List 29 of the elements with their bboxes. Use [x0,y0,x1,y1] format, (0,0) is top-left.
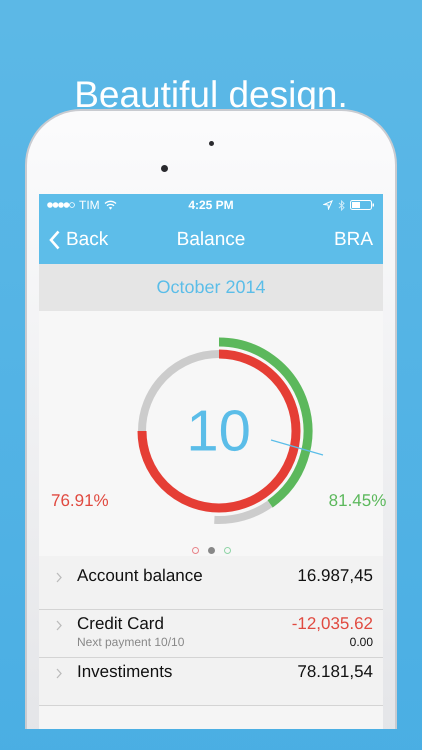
page-dot[interactable] [192,547,198,554]
headline: Beautiful design. [73,73,349,109]
battery-icon [350,200,376,210]
chevron-right-icon [55,620,63,631]
page-dot[interactable] [224,547,230,554]
carrier-label: TIM [79,198,100,212]
right-percentage: 81.45% [328,491,386,511]
center-number: 10 [186,398,251,464]
screen-title: Balance [176,229,246,251]
location-icon [323,200,334,210]
left-percentage: 76.91% [51,491,109,511]
row-sub-amount: 0.00 [350,635,373,649]
row-amount: 16.987,45 [297,566,373,586]
page-dot[interactable] [208,547,214,554]
chevron-right-icon [55,668,63,679]
chevron-right-icon [55,572,63,583]
speaker-icon [209,141,214,146]
chevron-left-icon [49,230,60,250]
camera-icon [161,165,168,172]
row-label: Credit Card [77,614,165,634]
status-time: 4:25 PM [188,198,234,212]
signal-icon [47,202,75,208]
row-label: Account balance [77,566,204,586]
bluetooth-icon [338,200,346,210]
row-label: Investiments [77,662,174,682]
wifi-icon [104,200,117,210]
row-note: Next payment 10/10 [77,635,186,649]
row-amount: -12,035.62 [292,614,373,634]
row-amount: 78.181,54 [297,662,373,682]
